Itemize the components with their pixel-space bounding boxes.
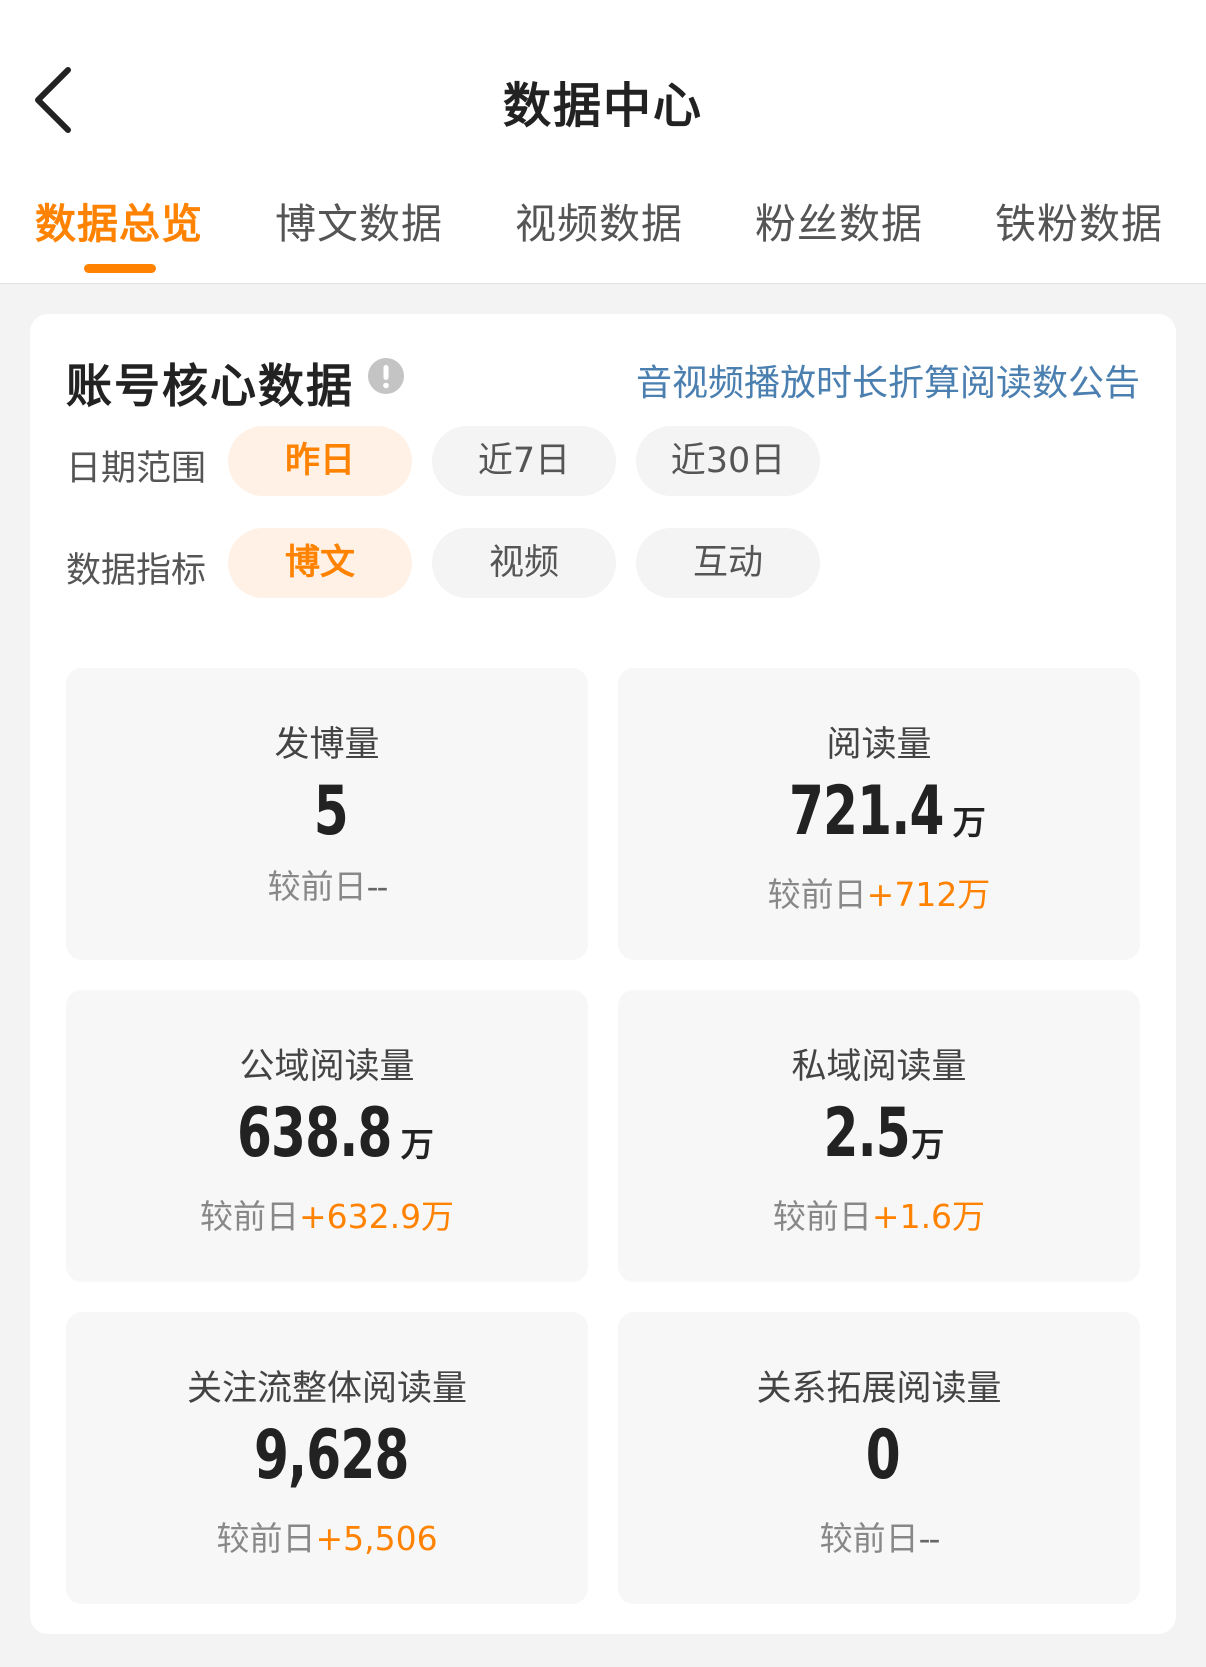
stat-value: 5 <box>313 772 349 851</box>
stat-tile-posts[interactable]: 发博量 5 较前日-- <box>66 668 588 960</box>
metric-option-video[interactable]: 视频 <box>432 528 616 598</box>
compare-prefix: 较前日 <box>819 1519 919 1558</box>
date-option-7-days[interactable]: 近7日 <box>432 426 616 496</box>
stat-unit: 万 <box>952 803 986 842</box>
no-change-indicator: -- <box>918 1519 941 1558</box>
tab-fans-data[interactable]: 粉丝数据 <box>744 190 934 250</box>
compare-prefix: 较前日 <box>199 1197 299 1236</box>
card-title: 账号核心数据 <box>66 359 354 413</box>
stat-unit: 万 <box>911 1125 945 1164</box>
stat-unit: 万 <box>400 1125 434 1164</box>
compare-prefix: 较前日 <box>267 867 367 906</box>
stat-label: 关注流整体阅读量 <box>186 1369 467 1409</box>
metric-label: 数据指标 <box>66 551 207 591</box>
stat-value: 9,628 <box>253 1416 409 1495</box>
no-change-indicator: -- <box>366 867 389 906</box>
stat-label: 关系拓展阅读量 <box>756 1369 1002 1409</box>
core-data-card: 账号核心数据 音视频播放时长折算阅读数公告 日期范围 昨日 近7日 近30日 数… <box>30 314 1176 1634</box>
stat-tile-public-reads[interactable]: 公域阅读量 638.8 万 较前日+632.9万 <box>66 990 588 1282</box>
stat-delta: +632.9万 <box>298 1197 455 1236</box>
metric-option-post[interactable]: 博文 <box>228 528 412 598</box>
tab-video-data[interactable]: 视频数据 <box>504 190 694 250</box>
exclamation-circle-icon[interactable] <box>368 358 404 394</box>
stat-delta: +5,506 <box>315 1519 438 1558</box>
stat-value: 0 <box>865 1416 901 1495</box>
tab-iron-fans-data[interactable]: 铁粉数据 <box>984 190 1174 250</box>
data-center-page: 数据中心 数据总览 博文数据 视频数据 粉丝数据 铁粉数据 账号核心数据 音视频… <box>0 0 1206 1667</box>
stat-tile-reads[interactable]: 阅读量 721.4 万 较前日+712万 <box>618 668 1140 960</box>
stat-label: 阅读量 <box>826 725 932 765</box>
stat-delta: +712万 <box>866 875 991 914</box>
date-range-label: 日期范围 <box>66 449 207 489</box>
date-option-yesterday[interactable]: 昨日 <box>228 426 412 496</box>
stat-tile-following-feed-reads[interactable]: 关注流整体阅读量 9,628 较前日+5,506 <box>66 1312 588 1604</box>
stat-label: 私域阅读量 <box>791 1047 967 1087</box>
playback-conversion-notice-link[interactable]: 音视频播放时长折算阅读数公告 <box>636 354 1140 406</box>
tab-post-data[interactable]: 博文数据 <box>264 190 454 250</box>
stat-tile-relationship-reads[interactable]: 关系拓展阅读量 0 较前日-- <box>618 1312 1140 1604</box>
stat-value: 721.4 <box>789 772 944 851</box>
header: 数据中心 数据总览 博文数据 视频数据 粉丝数据 铁粉数据 <box>0 0 1206 284</box>
stat-label: 发博量 <box>274 725 380 765</box>
stat-value: 2.5 <box>823 1094 910 1173</box>
date-option-30-days[interactable]: 近30日 <box>636 426 820 496</box>
compare-prefix: 较前日 <box>216 1519 316 1558</box>
stat-tile-private-reads[interactable]: 私域阅读量 2.5万 较前日+1.6万 <box>618 990 1140 1282</box>
active-tab-indicator <box>84 264 156 273</box>
stat-value: 638.8 <box>237 1094 392 1173</box>
stat-delta: +1.6万 <box>871 1197 986 1236</box>
tab-overview[interactable]: 数据总览 <box>24 190 214 250</box>
page-title: 数据中心 <box>502 78 703 134</box>
compare-prefix: 较前日 <box>767 875 867 914</box>
stat-label: 公域阅读量 <box>239 1047 415 1087</box>
metric-option-interaction[interactable]: 互动 <box>636 528 820 598</box>
tab-bar: 数据总览 博文数据 视频数据 粉丝数据 铁粉数据 <box>0 190 1206 284</box>
compare-prefix: 较前日 <box>772 1197 872 1236</box>
